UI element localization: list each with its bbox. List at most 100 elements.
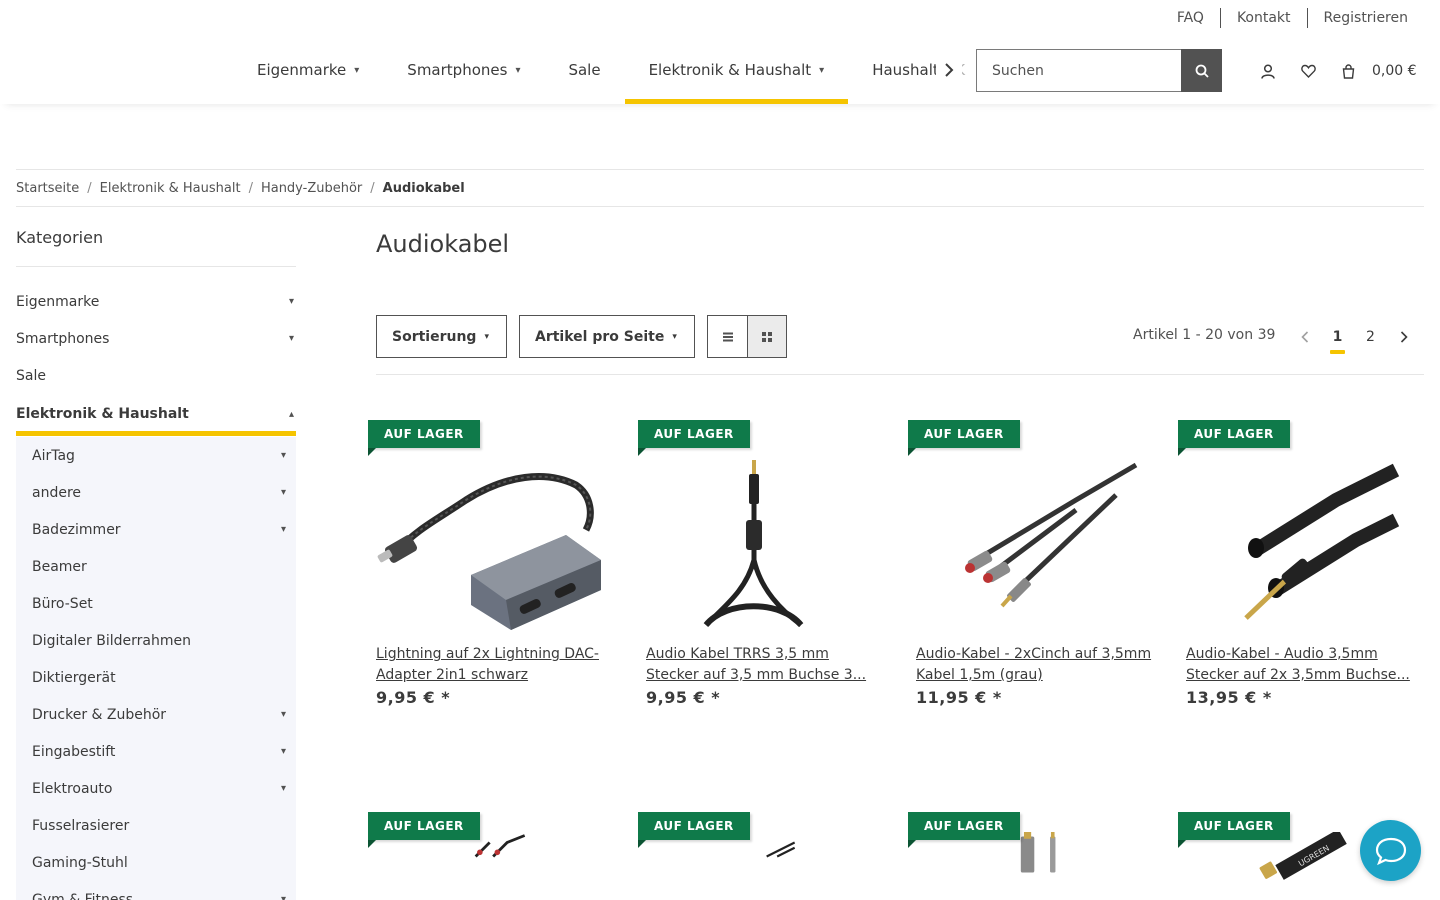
- subcategory-item[interactable]: Beamer: [16, 548, 296, 585]
- chevron-down-icon[interactable]: ▾: [281, 894, 286, 900]
- product-card[interactable]: AUF LAGER: [368, 812, 618, 900]
- chevron-down-icon: ▾: [354, 64, 360, 76]
- sidebar-item-smartphones[interactable]: Smartphones ▾: [16, 320, 296, 357]
- register-link[interactable]: Registrieren: [1308, 8, 1408, 28]
- search-input[interactable]: [976, 49, 1181, 92]
- product-image[interactable]: [646, 440, 888, 640]
- nav-item-smartphones[interactable]: Smartphones ▾: [383, 36, 544, 104]
- product-image[interactable]: [916, 440, 1158, 640]
- sidebar-item-elektronik-haushalt[interactable]: Elektronik & Haushalt ▴: [16, 394, 296, 436]
- sidebar-item-sale[interactable]: Sale: [16, 357, 296, 394]
- page-2-button[interactable]: 2: [1354, 315, 1387, 358]
- sort-label: Sortierung: [392, 328, 477, 345]
- product-price: 13,95 € *: [1186, 688, 1272, 707]
- grid-view-button[interactable]: [747, 316, 786, 357]
- subcategory-item[interactable]: Gym & Fitness ▾: [16, 881, 296, 900]
- stock-badge: AUF LAGER: [368, 812, 480, 848]
- subcategory-item[interactable]: Diktiergerät: [16, 659, 296, 696]
- nav-item-haushalt-partial[interactable]: Haushalt & K: [848, 36, 989, 104]
- page-title: Audiokabel: [376, 230, 510, 258]
- product-price: 9,95 € *: [376, 688, 451, 707]
- header-actions: 0,00 €: [1248, 60, 1417, 82]
- contact-link[interactable]: Kontakt: [1221, 8, 1307, 28]
- product-card[interactable]: AUF LAGER Audio-Kabel - 2xCinch auf 3,5m…: [908, 420, 1158, 720]
- sidebar-item-eigenmarke[interactable]: Eigenmarke ▾: [16, 283, 296, 320]
- product-name[interactable]: Lightning auf 2x Lightning DAC-Adapter 2…: [376, 644, 612, 686]
- product-card[interactable]: AUF LAGER Lightning auf 2x Lightning DAC…: [368, 420, 618, 720]
- breadcrumb-item[interactable]: Elektronik & Haushalt: [100, 181, 241, 196]
- stock-badge: AUF LAGER: [638, 420, 750, 456]
- stock-badge: AUF LAGER: [638, 812, 750, 848]
- chevron-up-icon[interactable]: ▴: [289, 409, 294, 420]
- product-image[interactable]: [1186, 440, 1428, 640]
- product-image[interactable]: [916, 832, 1158, 900]
- stock-badge: AUF LAGER: [368, 420, 480, 456]
- chevron-down-icon[interactable]: ▾: [289, 296, 294, 307]
- view-switcher: [707, 315, 787, 358]
- cart-total[interactable]: 0,00 €: [1372, 63, 1417, 79]
- sort-dropdown[interactable]: Sortierung ▾: [376, 315, 507, 358]
- subcategory-item[interactable]: Digitaler Bilderrahmen: [16, 622, 296, 659]
- stock-badge: AUF LAGER: [1178, 812, 1290, 848]
- subcategory-item[interactable]: andere ▾: [16, 474, 296, 511]
- result-count: Artikel 1 - 20 von 39: [1133, 327, 1276, 343]
- prev-page-button[interactable]: [1288, 315, 1321, 358]
- nav-scroll-right-button[interactable]: [936, 58, 962, 82]
- next-page-button[interactable]: [1387, 315, 1420, 358]
- subcategory-label: andere: [32, 484, 82, 501]
- account-button[interactable]: [1248, 60, 1288, 82]
- main-header: Eigenmarke ▾ Smartphones ▾ Sale Elektron…: [0, 36, 1440, 104]
- subcategory-item[interactable]: Elektroauto ▾: [16, 770, 296, 807]
- product-image[interactable]: [376, 832, 618, 900]
- product-name[interactable]: Audio-Kabel - Audio 3,5mm Stecker auf 2x…: [1186, 644, 1422, 686]
- product-card[interactable]: AUF LAGER Audio Kabel TRRS 3,5 mm Stecke…: [638, 420, 888, 720]
- product-card[interactable]: AUF LAGER Audio-Kabel - Audio 3,5mm Stec…: [1178, 420, 1428, 720]
- chevron-down-icon[interactable]: ▾: [281, 709, 286, 720]
- subcategory-item[interactable]: Eingabestift ▾: [16, 733, 296, 770]
- stock-badge: AUF LAGER: [908, 812, 1020, 848]
- nav-item-elektronik-haushalt[interactable]: Elektronik & Haushalt ▾: [624, 36, 849, 104]
- chevron-down-icon[interactable]: ▾: [281, 450, 286, 461]
- listing-main: Audiokabel Sortierung ▾ Artikel pro Seit…: [376, 230, 1424, 375]
- subcategory-list: AirTag ▾ andere ▾ Badezimmer ▾ Beamer Büro-Set D…: [16, 437, 296, 900]
- subcategory-item[interactable]: Büro-Set: [16, 585, 296, 622]
- search-button[interactable]: [1181, 49, 1222, 92]
- product-price: 11,95 € *: [916, 688, 1002, 707]
- subcategory-item[interactable]: Drucker & Zubehör ▾: [16, 696, 296, 733]
- cart-button[interactable]: [1328, 60, 1368, 82]
- subcategory-item[interactable]: AirTag ▾: [16, 437, 296, 474]
- nav-item-sale[interactable]: Sale: [544, 36, 624, 104]
- sidebar-item-label: Eigenmarke: [16, 293, 100, 310]
- product-image[interactable]: [646, 832, 888, 900]
- breadcrumb-item[interactable]: Startseite: [16, 181, 79, 196]
- product-card[interactable]: AUF LAGER: [638, 812, 888, 900]
- subcategory-label: Drucker & Zubehör: [32, 706, 167, 723]
- product-image[interactable]: [376, 440, 618, 640]
- search-form: [976, 49, 1222, 92]
- subcategory-item[interactable]: Gaming-Stuhl: [16, 844, 296, 881]
- per-page-dropdown[interactable]: Artikel pro Seite ▾: [519, 315, 695, 358]
- chat-button[interactable]: [1360, 820, 1421, 881]
- wishlist-button[interactable]: [1288, 60, 1328, 82]
- chevron-down-icon[interactable]: ▾: [281, 524, 286, 535]
- subcategory-label: Gym & Fitness: [32, 891, 134, 900]
- breadcrumb-item[interactable]: Handy-Zubehör: [261, 181, 362, 196]
- product-name[interactable]: Audio-Kabel - 2xCinch auf 3,5mm Kabel 1,…: [916, 644, 1152, 686]
- top-bar: FAQ Kontakt Registrieren: [0, 0, 1440, 36]
- subcategory-item[interactable]: Badezimmer ▾: [16, 511, 296, 548]
- chevron-down-icon: ▾: [672, 331, 677, 342]
- chevron-down-icon[interactable]: ▾: [281, 487, 286, 498]
- faq-link[interactable]: FAQ: [1161, 8, 1220, 28]
- chevron-down-icon[interactable]: ▾: [281, 783, 286, 794]
- product-card[interactable]: AUF LAGER: [908, 812, 1158, 900]
- product-name[interactable]: Audio Kabel TRRS 3,5 mm Stecker auf 3,5 …: [646, 644, 882, 686]
- list-view-button[interactable]: [708, 316, 747, 357]
- chevron-down-icon[interactable]: ▾: [281, 746, 286, 757]
- nav-item-eigenmarke[interactable]: Eigenmarke ▾: [233, 36, 383, 104]
- heart-icon: [1300, 64, 1316, 78]
- chevron-down-icon: ▾: [515, 64, 521, 76]
- subcategory-label: Gaming-Stuhl: [32, 854, 128, 871]
- page-1-button[interactable]: 1: [1321, 315, 1354, 358]
- chevron-down-icon[interactable]: ▾: [289, 333, 294, 344]
- subcategory-item[interactable]: Fusselrasierer: [16, 807, 296, 844]
